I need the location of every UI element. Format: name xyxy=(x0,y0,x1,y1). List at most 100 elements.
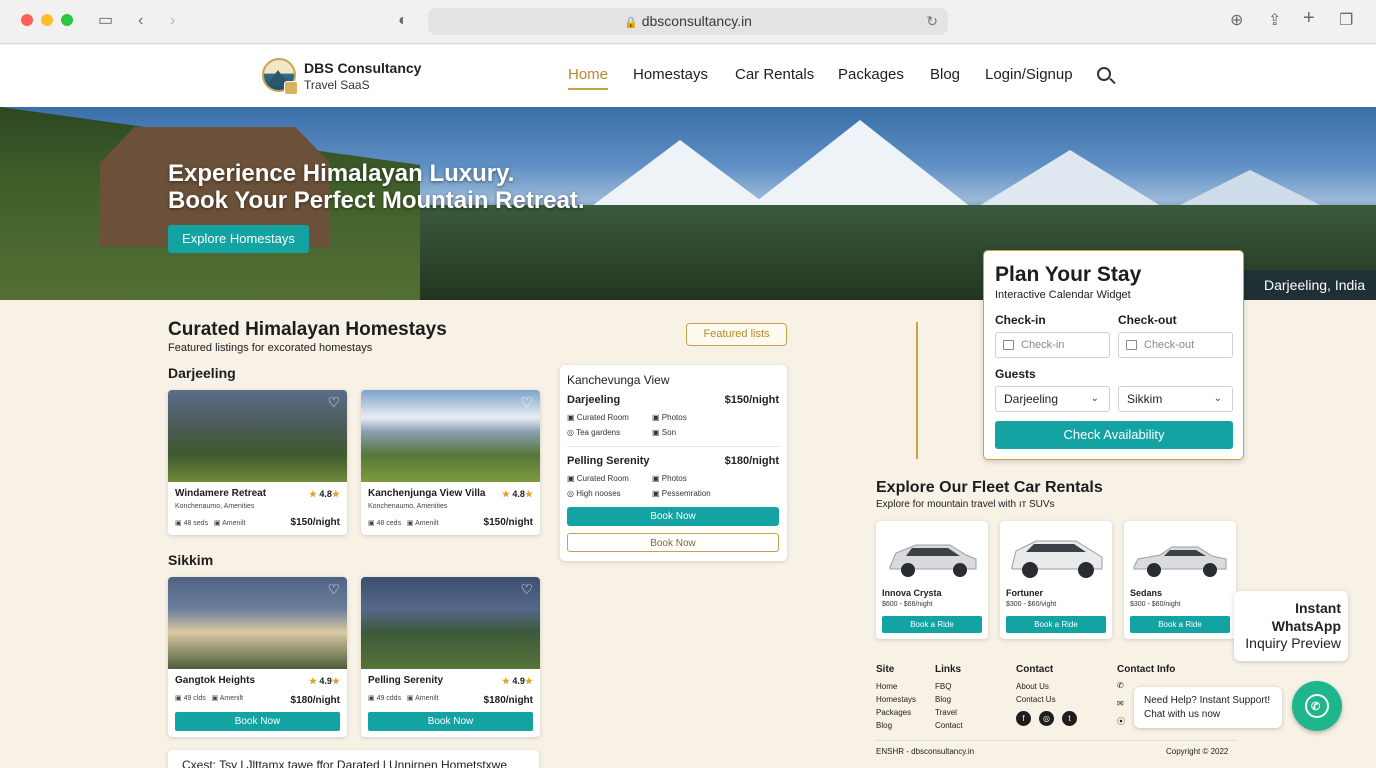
book-a-ride-button[interactable]: Book a Ride xyxy=(1130,616,1230,633)
region-value: Sikkim xyxy=(1127,392,1163,406)
whatsapp-inquiry-preview[interactable]: Instant WhatsApp Inquiry Preview xyxy=(1234,591,1348,661)
twitter-icon[interactable]: t xyxy=(1062,711,1077,726)
back-icon[interactable]: ‹ xyxy=(138,11,143,31)
homestay-beds: ▣ 48 ceds ▣ Amenilt xyxy=(368,520,439,527)
zoom-window-button[interactable] xyxy=(61,14,73,26)
close-window-button[interactable] xyxy=(21,14,33,26)
car-price: $600 - $66/night xyxy=(882,601,933,608)
footer-link-homestays[interactable]: Homestays xyxy=(876,695,916,704)
nav-car-rentals[interactable]: Car Rentals xyxy=(735,66,814,83)
footer-link-about[interactable]: About Us xyxy=(1016,682,1049,691)
nav-blog[interactable]: Blog xyxy=(930,66,960,83)
whatsapp-preview-line: WhatsApp xyxy=(1271,617,1341,634)
footer-link-fbq[interactable]: FBQ xyxy=(935,682,951,691)
homestay-price: $150/night xyxy=(483,517,533,528)
feature-extra: ◎ High nooses xyxy=(567,489,621,498)
car-card[interactable]: Fortuner $300 - $60/vight Book a Ride xyxy=(1000,521,1112,639)
featured-heading: Kanchevunga View xyxy=(567,373,670,387)
homestay-name: Kanchenjunga View Villa xyxy=(368,488,486,499)
featured-book-now-button[interactable]: Book Now xyxy=(567,507,779,526)
nav-packages[interactable]: Packages xyxy=(838,66,904,83)
calendar-icon xyxy=(1126,340,1137,350)
region-select[interactable]: Sikkim ⌄ xyxy=(1118,386,1233,412)
tabs-overview-icon[interactable]: ❐ xyxy=(1339,11,1353,31)
whatsapp-chat-button[interactable]: ✆ xyxy=(1292,681,1342,731)
featured-listings-panel: Kanchevunga View Darjeeling $150/night ▣… xyxy=(560,365,787,561)
footer-link-contact[interactable]: Contact xyxy=(935,721,963,730)
minimize-window-button[interactable] xyxy=(41,14,53,26)
nav-home[interactable]: Home xyxy=(568,66,609,90)
rating-value: 4.9 xyxy=(319,676,332,686)
feature-room: ▣ Curated Room xyxy=(567,474,629,483)
checkout-input[interactable]: Check-out xyxy=(1118,332,1233,358)
reload-icon[interactable]: ↻ xyxy=(926,8,938,35)
heart-icon[interactable]: ♡ xyxy=(327,581,340,598)
car-image xyxy=(1011,540,1103,578)
car-name: Sedans xyxy=(1130,588,1163,598)
footer-link-contact-us[interactable]: Contact Us xyxy=(1016,695,1056,704)
region-heading-darjeeling: Darjeeling xyxy=(168,365,236,381)
lock-icon: 🔒 xyxy=(624,17,638,29)
share-icon[interactable]: ⇪ xyxy=(1268,11,1281,31)
homestay-name: Gangtok Heights xyxy=(175,675,256,686)
footer-link-home[interactable]: Home xyxy=(876,682,897,691)
car-card[interactable]: Sedans $300 - $60/night Book a Ride xyxy=(1124,521,1236,639)
car-name: Fortuner xyxy=(1006,588,1043,598)
download-icon[interactable]: ⊕ xyxy=(1230,11,1243,31)
fleet-title: Explore Our Fleet Car Rentals xyxy=(876,479,1103,496)
new-tab-icon[interactable]: + xyxy=(1303,8,1315,28)
heart-icon[interactable]: ♡ xyxy=(520,581,533,598)
heart-icon[interactable]: ♡ xyxy=(520,394,533,411)
homestay-card[interactable]: ♡ Windamere Retreat ★ 4.8★ Konchenaumo, … xyxy=(168,390,347,535)
footer-link-travel[interactable]: Travel xyxy=(935,708,957,717)
nav-login-signup[interactable]: Login/Signup xyxy=(985,66,1073,83)
footer-link-packages[interactable]: Packages xyxy=(876,708,911,717)
footer-site-heading: Site xyxy=(876,664,895,675)
location-badge: Darjeeling, India xyxy=(1244,270,1376,300)
homestay-beds: ▣ 49 clds ▣ Amenilt xyxy=(175,695,244,702)
checkin-placeholder: Check-in xyxy=(1021,339,1065,351)
book-a-ride-button[interactable]: Book a Ride xyxy=(882,616,982,633)
calendar-icon xyxy=(1003,340,1014,350)
shield-icon[interactable]: ◐ xyxy=(398,11,408,31)
feature-extra: ▣ Son xyxy=(652,428,677,437)
feature-text: Photos xyxy=(661,413,687,422)
car-card[interactable]: Innova Crysta $600 - $66/night Book a Ri… xyxy=(876,521,988,639)
footer-links-heading: Links xyxy=(935,664,962,675)
checkin-input[interactable]: Check-in xyxy=(995,332,1110,358)
car-name: Innova Crysta xyxy=(882,588,942,598)
book-now-button[interactable]: Book Now xyxy=(368,712,533,731)
homestay-card[interactable]: ♡ Gangtok Heights ★ 4.9★ ▣ 49 clds ▣ Ame… xyxy=(168,577,347,737)
footer-link-blog[interactable]: Blog xyxy=(876,721,892,730)
bottom-promo-card[interactable]: Cxest: Tsy l Jlttamx tawe ffor Darated l… xyxy=(168,750,539,768)
book-now-button[interactable]: Book Now xyxy=(175,712,340,731)
footer-link-blog-2[interactable]: Blog xyxy=(935,695,951,704)
homestay-price: $150/night xyxy=(290,517,340,528)
destination-select[interactable]: Darjeeling ⌄ xyxy=(995,386,1110,412)
forward-icon[interactable]: › xyxy=(170,11,175,31)
feature-text: Son xyxy=(661,428,677,437)
feature-text: Photos xyxy=(661,474,687,483)
star-icon: ★ xyxy=(501,676,510,686)
check-availability-button[interactable]: Check Availability xyxy=(995,421,1233,449)
support-tooltip-title: Need Help? Instant Support! xyxy=(1144,695,1271,706)
facebook-icon[interactable]: f xyxy=(1016,711,1031,726)
beds-text: 48 seds xyxy=(183,520,209,527)
brand-name[interactable]: DBS Consultancy xyxy=(304,60,421,76)
featured-lists-button[interactable]: Featured lists xyxy=(686,323,787,346)
footer-divider xyxy=(876,740,1236,741)
star-icon: ★ xyxy=(331,676,340,686)
explore-homestays-button[interactable]: Explore Homestays xyxy=(168,225,309,253)
instagram-icon[interactable]: ◎ xyxy=(1039,711,1054,726)
homestay-card[interactable]: ♡ Pelling Serenity ★ 4.9★ ▣ 49 cdds ▣ Am… xyxy=(361,577,540,737)
featured-item-name: Darjeeling xyxy=(567,394,621,406)
book-a-ride-button[interactable]: Book a Ride xyxy=(1006,616,1106,633)
homestay-card[interactable]: ♡ Kanchenjunga View Villa ★ 4.8★ Konchen… xyxy=(361,390,540,535)
nav-homestays[interactable]: Homestays xyxy=(633,66,708,83)
feature-room: ▣ Curated Room xyxy=(567,413,629,422)
search-icon[interactable] xyxy=(1097,67,1111,81)
sidebar-icon[interactable]: ▭ xyxy=(98,11,113,31)
featured-book-now-outline-button[interactable]: Book Now xyxy=(567,533,779,552)
address-bar[interactable]: 🔒 dbsconsultancy.in ↻ xyxy=(428,8,948,35)
heart-icon[interactable]: ♡ xyxy=(327,394,340,411)
